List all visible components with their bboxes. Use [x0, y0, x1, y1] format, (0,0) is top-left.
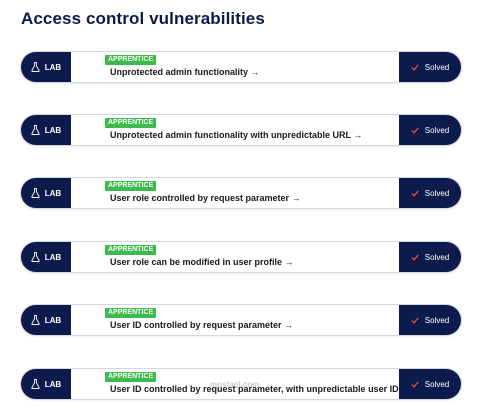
lab-title-link[interactable]: User ID controlled by request parameter …: [110, 320, 293, 330]
level-badge: APPRENTICE: [105, 118, 157, 128]
status-badge: Solved: [399, 305, 461, 335]
lab-body: APPRENTICE Unprotected admin functionali…: [73, 52, 399, 82]
lab-badge-label: LAB: [44, 188, 62, 198]
lab-title-link[interactable]: Unprotected admin functionality →: [110, 67, 260, 77]
lab-row[interactable]: LAB APPRENTICE User role can be modified…: [21, 242, 461, 272]
status-badge: Solved: [399, 115, 461, 145]
flask-icon: [31, 252, 40, 262]
lab-body: APPRENTICE User role can be modified in …: [73, 242, 399, 272]
status-label: Solved: [424, 252, 450, 262]
lab-badge-label: LAB: [44, 125, 62, 135]
lab-row[interactable]: LAB APPRENTICE Unprotected admin functio…: [21, 52, 461, 82]
lab-badge-label: LAB: [44, 62, 62, 72]
status-badge: Solved: [399, 178, 461, 208]
lab-badge: LAB: [21, 305, 71, 335]
status-badge: Solved: [399, 52, 461, 82]
lab-badge-label: LAB: [44, 252, 62, 262]
level-badge: APPRENTICE: [105, 55, 157, 65]
lab-title-link[interactable]: User role can be modified in user profil…: [110, 257, 294, 267]
lab-badge-label: LAB: [44, 379, 62, 389]
lab-badge: LAB: [21, 369, 71, 399]
lab-row[interactable]: LAB APPRENTICE User ID controlled by req…: [21, 305, 461, 335]
lab-title-link[interactable]: Unprotected admin functionality with unp…: [110, 130, 362, 140]
lab-body: APPRENTICE Unprotected admin functionali…: [73, 115, 399, 145]
lab-title-link[interactable]: User ID controlled by request parameter,…: [110, 384, 415, 394]
level-badge: APPRENTICE: [105, 308, 157, 318]
status-label: Solved: [424, 188, 450, 198]
page-title: Access control vulnerabilities: [21, 9, 265, 28]
checkmark-icon: [411, 381, 419, 388]
checkmark-icon: [411, 190, 419, 197]
status-label: Solved: [424, 379, 450, 389]
status-badge: Solved: [399, 369, 461, 399]
checkmark-icon: [411, 317, 419, 324]
flask-icon: [31, 62, 40, 72]
checkmark-icon: [411, 127, 419, 134]
lab-badge: LAB: [21, 52, 71, 82]
status-label: Solved: [424, 62, 450, 72]
lab-body: APPRENTICE User role controlled by reque…: [73, 178, 399, 208]
level-badge: APPRENTICE: [105, 372, 157, 382]
lab-title-link[interactable]: User role controlled by request paramete…: [110, 193, 301, 203]
checkmark-icon: [411, 254, 419, 261]
level-badge: APPRENTICE: [105, 181, 157, 191]
lab-badge-label: LAB: [44, 315, 62, 325]
lab-row[interactable]: LAB APPRENTICE User role controlled by r…: [21, 178, 461, 208]
checkmark-icon: [411, 64, 419, 71]
level-badge: APPRENTICE: [105, 245, 157, 255]
lab-badge: LAB: [21, 115, 71, 145]
status-label: Solved: [424, 315, 450, 325]
lab-body: APPRENTICE User ID controlled by request…: [73, 305, 399, 335]
status-badge: Solved: [399, 242, 461, 272]
flask-icon: [31, 125, 40, 135]
lab-badge: LAB: [21, 178, 71, 208]
flask-icon: [31, 315, 40, 325]
lab-row[interactable]: LAB APPRENTICE Unprotected admin functio…: [21, 115, 461, 145]
flask-icon: [31, 379, 40, 389]
lab-badge: LAB: [21, 242, 71, 272]
flask-icon: [31, 188, 40, 198]
watermark: mostaql.com: [210, 380, 260, 389]
status-label: Solved: [424, 125, 450, 135]
